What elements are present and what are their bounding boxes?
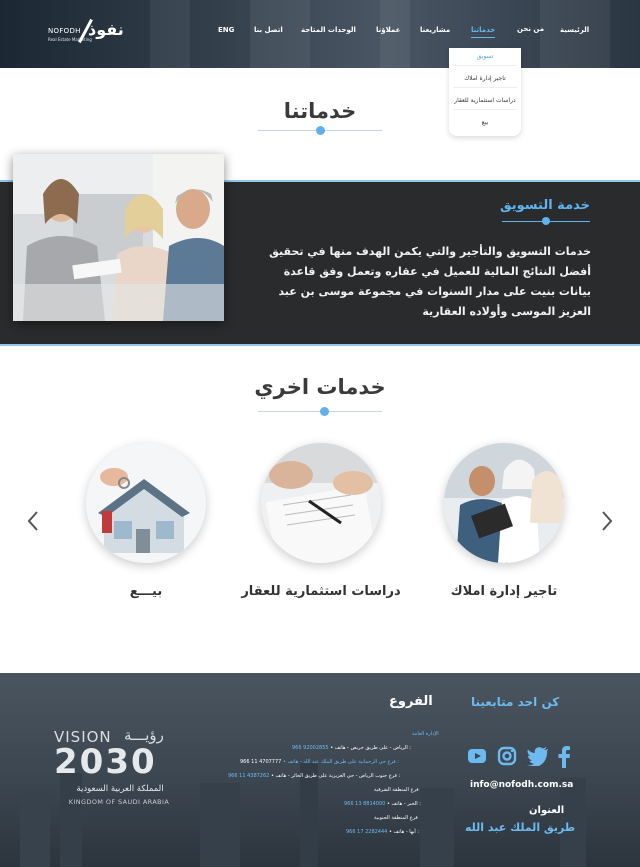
dropdown-item-property-management[interactable]: تاجير إدارة املاك (453, 70, 517, 88)
service-card-investment-label[interactable]: دراسات استثمارية للعقار (236, 584, 406, 599)
branch-line: 966 11 4387262 • فرع جنوب الرياض - حي ال… (228, 773, 401, 779)
twitter-icon[interactable] (527, 746, 548, 768)
branch-line: 966 13 8814000 • الخبر - هاتف : (344, 801, 421, 807)
branch-region-label: فرع المنطقة الجنوبية (374, 815, 418, 821)
branch-line: 966 17 2282444 • أبها - هاتف : (346, 829, 420, 835)
address-label: العنوان (529, 805, 565, 816)
other-services-title: خدمات اخري (254, 375, 386, 399)
vision-year: 2030 (54, 742, 157, 782)
nav-contact[interactable]: اتصل بنا (254, 26, 283, 34)
carousel-next-button[interactable] (600, 510, 614, 537)
site-header: NOFODH Real Estate Marketing نفوذ الرئيس… (0, 0, 640, 68)
header-building-bg (380, 0, 410, 68)
service-card-sale-label[interactable]: بيـــع (86, 584, 206, 599)
marketing-description: خدمات التسويق والتأجير والتي يكمن الهدف … (269, 245, 591, 318)
nav-home[interactable]: الرئيسية (560, 26, 589, 34)
branch-line: 966 11 4707777 • فرع حي الرحمانية على طر… (240, 759, 399, 765)
branch-region-label: فرع المنطقة الشرقية (374, 787, 419, 793)
nav-language[interactable]: ENG (218, 26, 234, 34)
title-dot (320, 407, 329, 416)
meeting-photo (13, 154, 224, 321)
service-card-management-label[interactable]: تاجير إدارة املاك (434, 584, 574, 599)
vision-2030-logo: VISION رؤيـــة 2030 المملكة العربية السع… (54, 726, 182, 816)
youtube-icon[interactable] (467, 746, 487, 766)
chevron-right-icon (602, 511, 613, 531)
marketing-title-dot (542, 217, 550, 225)
header-building-bg (250, 0, 310, 68)
instagram-icon[interactable] (497, 746, 517, 766)
carousel-prev-button[interactable] (26, 510, 40, 537)
page-title: خدماتنا (283, 99, 357, 123)
address-value: طريق الملك عبد الله (465, 821, 576, 834)
facebook-icon[interactable] (557, 746, 577, 768)
logo-text-ar: نفوذ (88, 20, 124, 39)
kingdom-name-en: KINGDOM OF SAUDI ARABIA (68, 798, 170, 806)
nav-units[interactable]: الوحدات المتاحة (301, 26, 356, 34)
chevron-left-icon (27, 511, 38, 531)
branch-line: 966 92002855 • الرياض - على طريق خريص - … (292, 745, 411, 751)
follow-title: كن احد متابعينا (471, 695, 560, 709)
marketing-title: خدمة التسويق (500, 198, 590, 213)
header-building-bg (540, 0, 610, 68)
footer-email-link[interactable]: info@nofodh.com.sa (470, 780, 573, 790)
head-office-label: الإدارة العامة (412, 731, 439, 737)
service-card-management-image[interactable] (444, 443, 564, 563)
header-building-bg (150, 0, 190, 68)
nav-clients[interactable]: عملاؤنا (376, 26, 400, 34)
dropdown-item-marketing[interactable]: تسويق (453, 48, 517, 66)
logo-text-en: NOFODH (48, 27, 81, 35)
nav-about[interactable]: من نحن (517, 25, 544, 33)
service-card-sale-image[interactable] (86, 443, 206, 563)
service-card-investment-image[interactable] (261, 443, 381, 563)
title-dot (316, 126, 325, 135)
branches-title: الفروع (389, 694, 433, 709)
logo-subtitle: Real Estate Marketing (48, 37, 92, 42)
site-logo[interactable]: NOFODH Real Estate Marketing نفوذ (48, 18, 132, 48)
kingdom-name-ar: المملكة العربية السعودية (76, 784, 164, 794)
nav-services[interactable]: خدماتنا (471, 26, 496, 38)
nav-projects[interactable]: مشاريعنا (420, 26, 450, 34)
